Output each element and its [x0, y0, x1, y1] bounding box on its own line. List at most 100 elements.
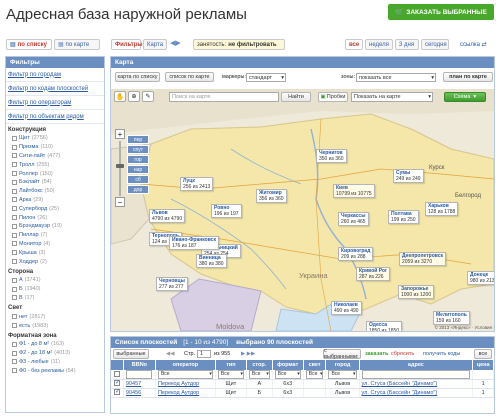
map-marker[interactable]: Мелитополь 159 из 160 — [433, 311, 470, 325]
column-price[interactable]: цена — [472, 360, 494, 370]
checkbox[interactable] — [12, 232, 17, 238]
zones-select[interactable]: показать все ▾ — [356, 73, 436, 82]
show-on-map-select[interactable]: Показать на карте ▾ — [351, 92, 433, 102]
checkbox[interactable] — [12, 359, 17, 365]
filter-option[interactable]: Сити-лайт (477) — [6, 152, 104, 161]
checkbox[interactable] — [12, 314, 17, 320]
scheme-button[interactable]: Схема ▾ — [444, 92, 486, 102]
column-side[interactable]: стор. — [246, 360, 273, 370]
checkbox[interactable] — [12, 171, 17, 177]
checkbox[interactable] — [12, 188, 17, 194]
checkbox[interactable] — [12, 323, 17, 329]
cell-address[interactable]: ул. Стуса (Бассейн "Динамо") — [359, 388, 474, 398]
checkbox[interactable] — [12, 153, 17, 159]
map-search-input[interactable]: Поиск на карте — [169, 92, 279, 102]
order-link[interactable]: заказать — [365, 351, 388, 357]
hand-tool-icon[interactable]: ✋ — [114, 91, 126, 102]
column-filter-select[interactable]: Все ▾ — [248, 370, 270, 379]
table-row[interactable]: ✓ 90456 Перекод Аутдор Щит Б 6x3 Львов ул. Стус… — [111, 388, 494, 398]
checkbox[interactable] — [12, 259, 17, 265]
row-checkbox[interactable]: ✓ — [113, 389, 120, 395]
address-filter-input[interactable] — [361, 370, 471, 379]
filter-option[interactable]: Призма (110) — [6, 143, 104, 152]
traffic-button[interactable]: ▣ Пробки — [318, 92, 348, 102]
cell-code[interactable]: 90456 — [123, 388, 156, 398]
column-city[interactable]: город — [325, 360, 360, 370]
filter-option[interactable]: Ф2 - до 18 м² (4013) — [6, 349, 104, 358]
get-codes-link[interactable]: получить коды — [423, 351, 460, 357]
map-type-button[interactable]: сб — [127, 175, 149, 184]
share-link[interactable]: ссылка ⇄ — [460, 41, 487, 48]
checkbox[interactable] — [12, 206, 17, 212]
checkbox[interactable] — [12, 197, 17, 203]
code-filter-input[interactable] — [125, 370, 152, 379]
map-marker[interactable]: Чернигов 350 из 360 — [316, 149, 347, 163]
filter-option[interactable]: Пилон (26) — [6, 213, 104, 222]
map-marker[interactable]: Кривой Рог 287 из 226 — [356, 267, 391, 281]
map-canvas[interactable]: ✋ ⊕ ✎ Поиск на карте Найти ▣ Пробки Показ… — [111, 89, 494, 331]
map-marker[interactable]: Винница 380 из 380 — [196, 254, 227, 268]
column-filter-select[interactable]: Все ▾ — [305, 370, 324, 379]
map-marker[interactable]: Ровно 196 из 197 — [211, 204, 242, 218]
map-marker[interactable]: Луцк 256 из 2413 — [180, 177, 214, 191]
map-type-button[interactable]: гор — [127, 155, 149, 164]
filter-option[interactable]: Тролл (255) — [6, 160, 104, 169]
map-marker[interactable]: Львов 4790 из 4790 — [149, 209, 186, 223]
checkbox[interactable] — [12, 144, 17, 150]
order-selected-button[interactable]: 🛒 ЗАКАЗАТЬ ВЫБРАННЫЕ — [388, 4, 494, 20]
period-all[interactable]: все — [345, 39, 363, 50]
tab-filters[interactable]: Фильтры — [111, 39, 143, 50]
filter-option[interactable]: В (17) — [6, 294, 104, 303]
collapse-arrows-icon[interactable]: ◀▶ — [170, 39, 181, 47]
filter-option[interactable]: Роллер (150) — [6, 169, 104, 178]
column-filter-select[interactable]: Все ▾ — [217, 370, 244, 379]
tab-by-list[interactable]: ▤ по списку — [6, 39, 52, 50]
map-marker[interactable]: Житомир 356 из 360 — [256, 189, 287, 203]
column-type[interactable]: тип — [215, 360, 247, 370]
checkbox[interactable] — [12, 368, 17, 374]
row-checkbox[interactable]: ✓ — [113, 380, 120, 386]
filter-option[interactable]: Ф1 - до 8 м² (163) — [6, 340, 104, 349]
zoom-slider-track[interactable] — [119, 141, 121, 196]
filter-option[interactable]: Щит (2756) — [6, 134, 104, 143]
filter-option[interactable]: Арка (29) — [6, 196, 104, 205]
cell-code[interactable]: 90457 — [123, 379, 156, 389]
map-marker[interactable]: Донецк980 из 2133 — [467, 271, 494, 285]
with-selected-button[interactable]: с выбранными: — [323, 348, 361, 360]
map-marker[interactable]: Одесса 1850 из 1850 — [366, 321, 403, 331]
column-operator[interactable]: оператор — [155, 360, 216, 370]
checkbox[interactable] — [12, 162, 17, 168]
map-type-button[interactable]: спут — [127, 145, 149, 154]
map-by-list-button[interactable]: карта по списку — [115, 72, 160, 82]
filter-option[interactable]: Ходдер (2) — [6, 257, 104, 266]
map-marker[interactable]: Кировоград 209 из 288 — [338, 247, 374, 261]
map-marker[interactable]: Сумы 249 из 249 — [393, 169, 424, 183]
column-address[interactable]: адрес — [359, 360, 474, 370]
sidebar-filter-link[interactable]: Фильтр по кодам плоскостей — [6, 82, 104, 96]
filter-option[interactable]: Суперборд (25) — [6, 204, 104, 213]
filter-option[interactable]: Монитор (4) — [6, 240, 104, 249]
sidebar-filter-link[interactable]: Фильтр по городам — [6, 68, 104, 82]
markers-select[interactable]: стандарт ▾ — [246, 73, 286, 82]
map-marker[interactable]: Черновцы 277 из 277 — [156, 277, 188, 291]
map-marker[interactable]: Киев 10799 из 10775 — [333, 184, 375, 198]
map-marker[interactable]: Днепропетровск 2059 из 3270 — [399, 252, 447, 266]
filter-option[interactable]: есть (1983) — [6, 321, 104, 330]
column-filter-select[interactable]: Все ▾ — [274, 370, 301, 379]
employment-filter[interactable]: занятость: не фильтровать — [193, 39, 285, 50]
column-format[interactable]: формат — [272, 360, 304, 370]
checkbox[interactable] — [12, 179, 17, 185]
zoom-in-icon[interactable]: + — [115, 129, 125, 139]
filter-option[interactable]: Б (1940) — [6, 285, 104, 294]
period-week[interactable]: неделя — [365, 39, 393, 50]
filter-option[interactable]: Лайтбокс (50) — [6, 187, 104, 196]
plan-by-map-button[interactable]: план по карте — [443, 72, 493, 82]
filter-option[interactable]: Ф0 - без рекламы (54) — [6, 366, 104, 375]
page-input[interactable]: 1 — [197, 350, 211, 358]
pager-next-icon[interactable]: ▶ ▶▶ — [241, 351, 255, 357]
filter-option[interactable]: А (3741) — [6, 276, 104, 285]
filter-option[interactable]: Ф3 - любые (11) — [6, 358, 104, 367]
map-type-button[interactable]: дор — [127, 185, 149, 194]
map-marker[interactable]: Черкассы 260 из 465 — [338, 212, 369, 226]
filter-option[interactable]: нет (2817) — [6, 312, 104, 321]
